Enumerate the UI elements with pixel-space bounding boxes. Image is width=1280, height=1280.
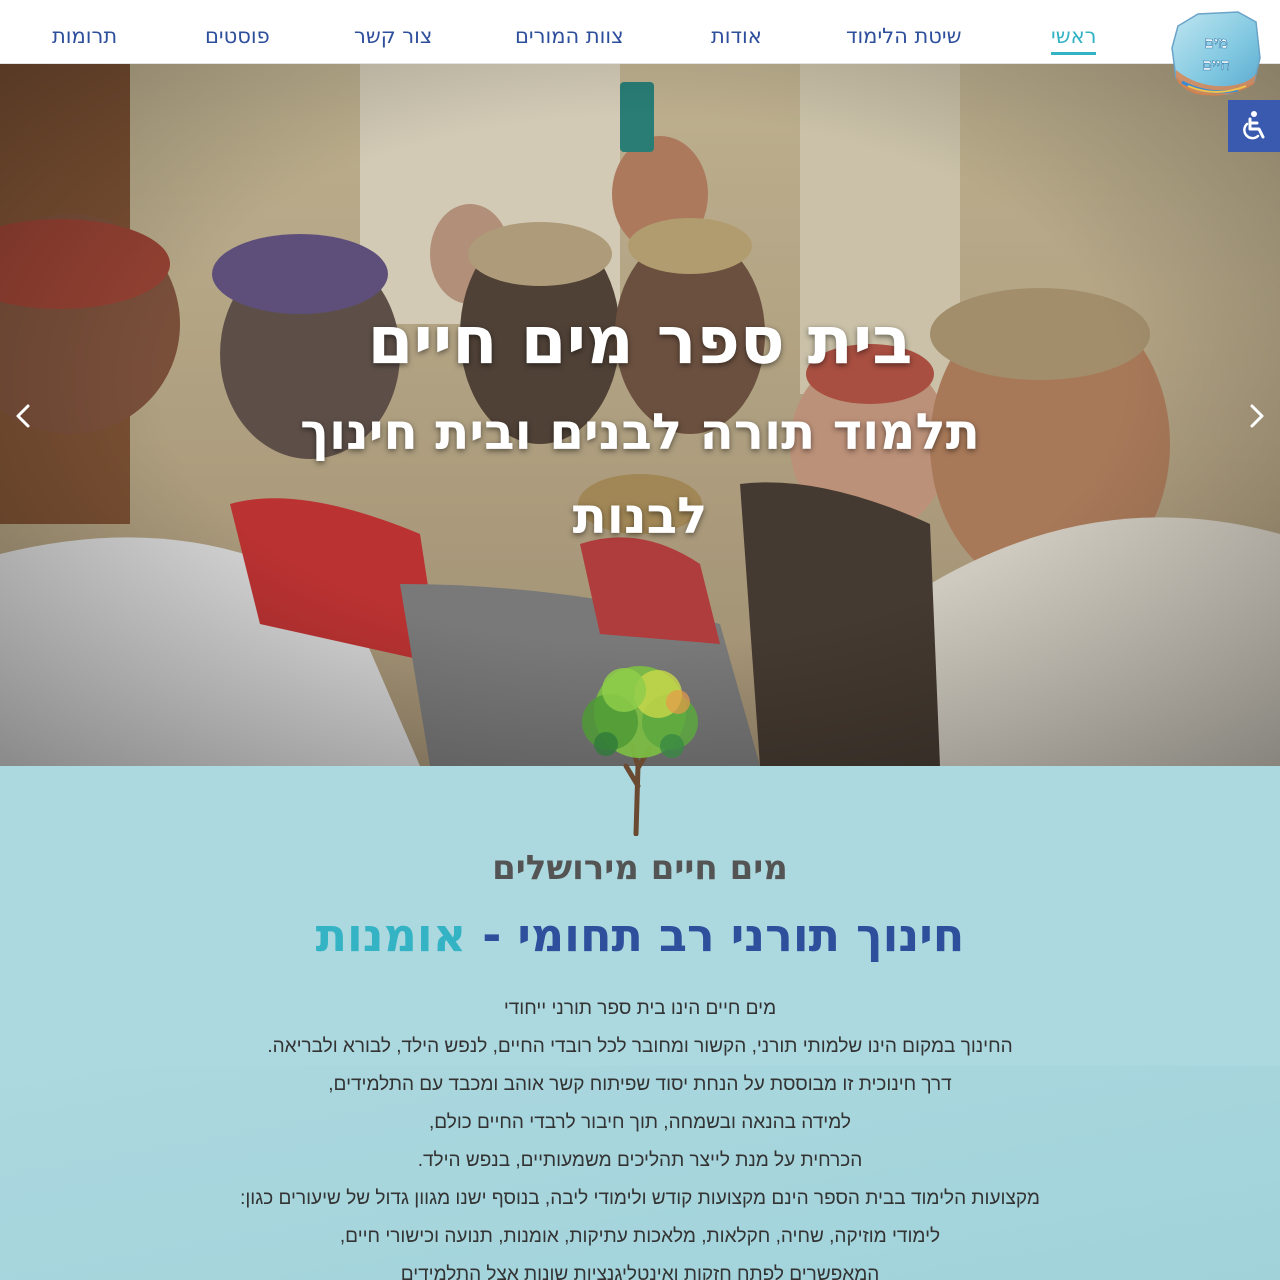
section-title: חינוך תורני רב תחומי - אומנות	[0, 908, 1280, 962]
section-title-main: חינוך תורני רב תחומי -	[466, 908, 965, 962]
chevron-left-icon	[16, 404, 30, 428]
slider-prev-button[interactable]	[8, 398, 38, 434]
site-header: ראשי שיטת הלימוד אודות צוות המורים צור ק…	[0, 0, 1280, 64]
section-title-accent: אומנות	[315, 908, 467, 962]
svg-text:מים: מים	[1204, 33, 1228, 52]
intro-paragraph: למידה בהנאה ובשמחה, תוך חיבור לרבדי החיי…	[429, 1112, 851, 1133]
intro-paragraph: דרך חינוכית זו מבוססת על הנחת יסוד שפיתו…	[328, 1074, 952, 1095]
intro-paragraph: לימודי מוזיקה, שחיה, חקלאות, מלאכות עתיק…	[339, 1226, 941, 1247]
nav-item-method[interactable]: שיטת הלימוד	[846, 24, 961, 48]
intro-paragraph: המאפשרים לפתח חזקות ואינטליגנציות שונות …	[400, 1264, 880, 1280]
svg-text:חיים: חיים	[1202, 55, 1230, 74]
nav-item-donations[interactable]: תרומות	[52, 24, 117, 48]
nav-item-home[interactable]: ראשי	[1051, 24, 1097, 55]
site-logo[interactable]: מים חיים	[1168, 8, 1264, 100]
chevron-right-icon	[1250, 404, 1264, 428]
intro-paragraph: מקצועות הלימוד בבית הספר הינם מקצועות קו…	[240, 1188, 1040, 1209]
nav-item-posts[interactable]: פוסטים	[205, 24, 270, 48]
intro-paragraph: מים חיים הינו בית ספר תורני ייחודי	[503, 998, 777, 1019]
nav-item-contact[interactable]: צור קשר	[354, 24, 432, 48]
nav-item-staff[interactable]: צוות המורים	[515, 24, 624, 48]
main-nav: ראשי שיטת הלימוד אודות צוות המורים צור ק…	[0, 0, 1150, 64]
intro-paragraph: החינוך במקום הינו שלמותי תורני, הקשור ומ…	[267, 1036, 1013, 1057]
tree-icon	[566, 656, 714, 837]
slider-next-button[interactable]	[1242, 398, 1272, 434]
nav-item-about[interactable]: אודות	[711, 24, 762, 48]
intro-paragraph: הכרחית על מנת לייצר תהליכים משמעותיים, ב…	[417, 1150, 863, 1171]
section-subtitle: מים חיים מירושלים	[492, 848, 788, 888]
hero-title: בית ספר מים חיים	[367, 302, 913, 379]
hero-subtitle: תלמוד תורה לבנים ובית חינוך לבנות	[300, 403, 980, 545]
intro-text: מים חיים הינו בית ספר תורני ייחודי החינו…	[0, 996, 1280, 1280]
accessibility-button[interactable]	[1228, 100, 1280, 152]
accessibility-icon	[1243, 111, 1265, 140]
